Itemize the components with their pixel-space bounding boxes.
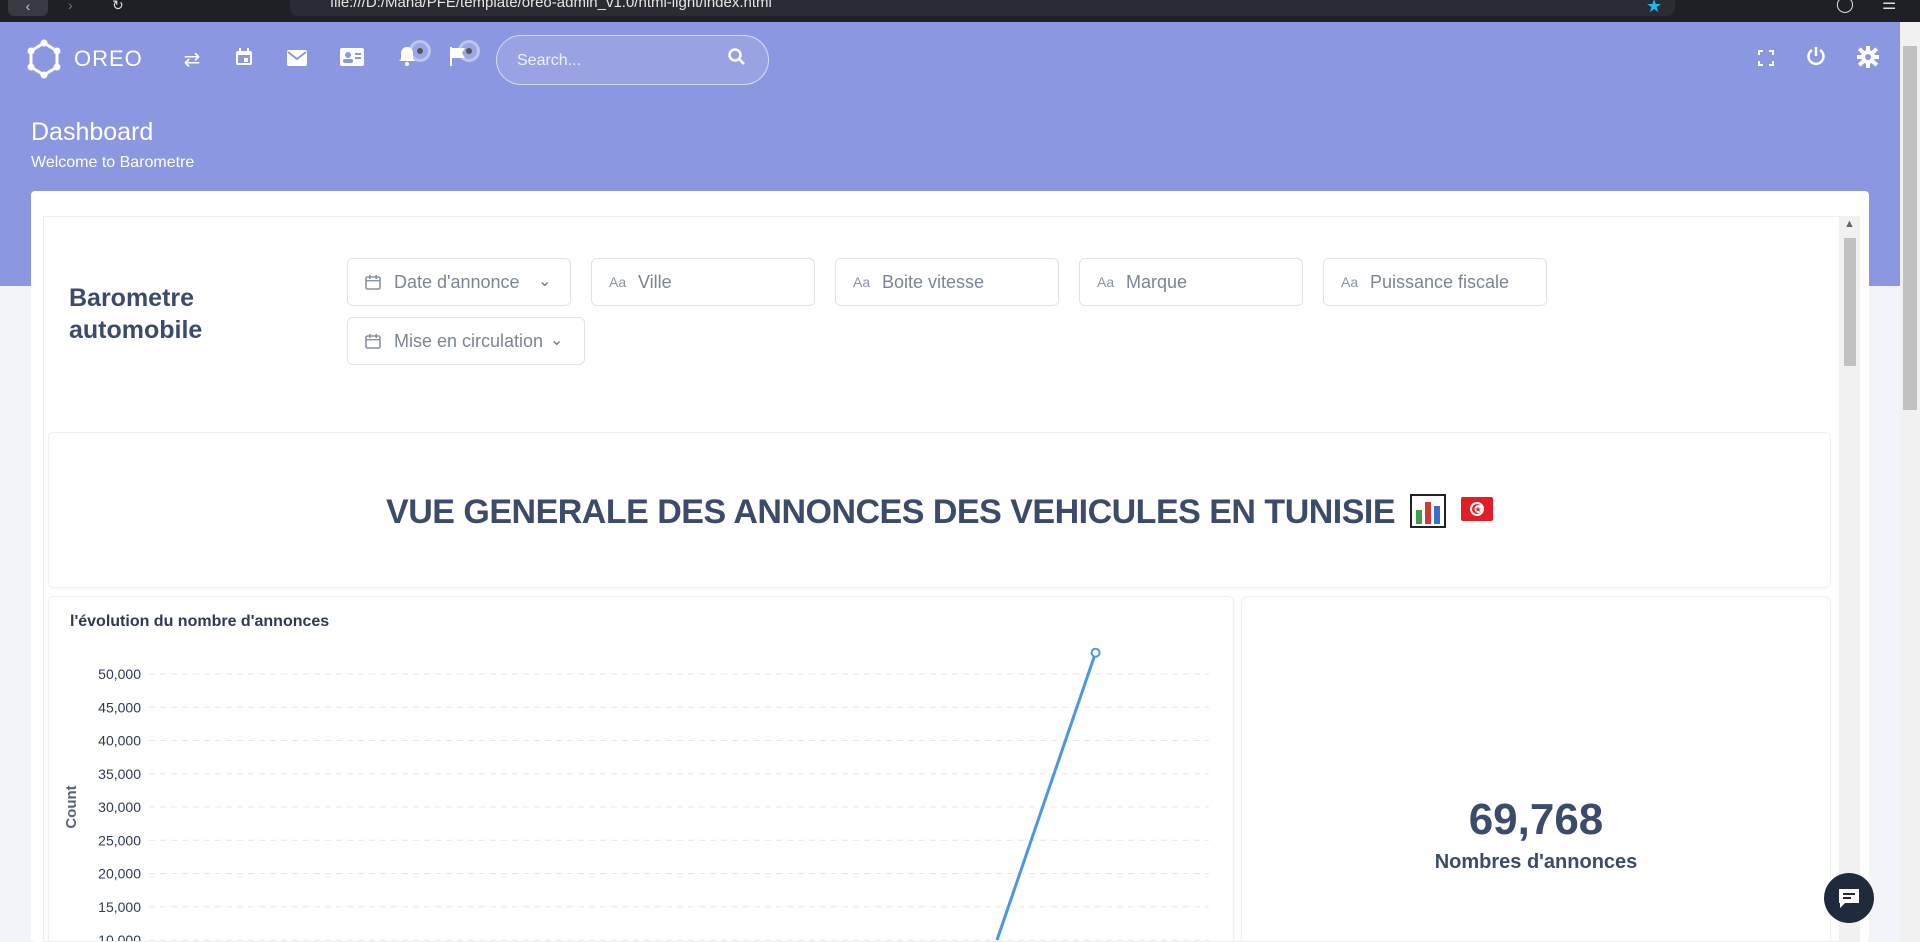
line-chart: 50,000 45,000 40,000 35,000 30,000 25,000 20,0… bbox=[63, 647, 1209, 942]
filter-label: Date d'annonce bbox=[394, 272, 520, 292]
brand-name[interactable]: OREO bbox=[74, 46, 143, 72]
filter-puissance-fiscale[interactable]: Aa Puissance fiscale bbox=[1323, 258, 1547, 306]
page-title: Dashboard bbox=[31, 118, 154, 146]
page-scrollbar[interactable] bbox=[1900, 22, 1920, 942]
kpi-card: 69,768 Nombres d'annonces bbox=[1241, 596, 1831, 941]
line-chart-card: l'évolution du nombre d'annonces 50,000 4… bbox=[48, 596, 1234, 942]
filter-label: Mise en circulation bbox=[394, 331, 544, 351]
calendar-icon bbox=[365, 318, 381, 367]
y-tick-label: 35,000 bbox=[98, 766, 141, 782]
text-type-icon: Aa bbox=[853, 274, 871, 290]
page-subtitle: Welcome to Barometre bbox=[31, 154, 195, 171]
headline-card: VUE GENERALE DES ANNONCES DES VEHICULES … bbox=[48, 432, 1831, 588]
address-text: file:///D:/Mana/PFE/template/oreo-admin_… bbox=[330, 0, 772, 11]
y-tick-label: 40,000 bbox=[98, 733, 141, 749]
swap-icon[interactable]: ⇄ bbox=[178, 46, 206, 74]
text-type-icon: Aa bbox=[1341, 274, 1359, 290]
address-bar[interactable]: file:///D:/Mana/PFE/template/oreo-admin_… bbox=[290, 0, 1675, 16]
headline-text: VUE GENERALE DES ANNONCES DES VEHICULES … bbox=[386, 493, 1396, 531]
filter-date-annonce[interactable]: Date d'annonce ⌄ bbox=[347, 258, 571, 306]
kpi-value: 69,768 bbox=[1468, 795, 1604, 844]
account-icon[interactable]: ◯ bbox=[1836, 0, 1854, 14]
frame-scrollbar[interactable]: ▲ bbox=[1840, 216, 1860, 942]
contact-card-icon[interactable] bbox=[338, 46, 366, 74]
bar-chart-emoji-icon bbox=[1410, 494, 1446, 528]
y-tick-label: 10,000 bbox=[98, 932, 141, 942]
oreo-logo-icon[interactable] bbox=[24, 39, 64, 79]
frame-scrollbar-thumb[interactable] bbox=[1844, 238, 1856, 366]
y-tick-label: 30,000 bbox=[98, 799, 141, 815]
y-axis-label: Count bbox=[63, 785, 80, 828]
y-tick-label: 50,000 bbox=[98, 666, 141, 682]
calendar-icon bbox=[365, 259, 381, 308]
series-line bbox=[995, 652, 1097, 941]
filter-label: Boite vitesse bbox=[882, 272, 985, 292]
y-tick-label: 15,000 bbox=[98, 899, 141, 915]
top-navbar: OREO ⇄ bbox=[0, 22, 1900, 98]
search-input[interactable] bbox=[517, 48, 717, 74]
filter-label: Puissance fiscale bbox=[1370, 272, 1510, 292]
filter-label: Marque bbox=[1126, 272, 1188, 292]
search-icon[interactable] bbox=[728, 48, 746, 71]
page-scrollbar-thumb[interactable] bbox=[1903, 46, 1917, 410]
filter-boite-vitesse[interactable]: Aa Boite vitesse bbox=[835, 258, 1059, 306]
forward-icon[interactable]: › bbox=[68, 0, 73, 12]
filter-label: Ville bbox=[638, 272, 672, 292]
calendar-icon[interactable] bbox=[230, 46, 258, 74]
y-tick-label: 45,000 bbox=[98, 699, 141, 715]
filter-marque[interactable]: Aa Marque bbox=[1079, 258, 1303, 306]
chat-icon bbox=[1839, 889, 1859, 908]
dashboard-title: Barometre automobile bbox=[69, 284, 203, 344]
text-type-icon: Aa bbox=[1097, 274, 1115, 290]
fullscreen-icon[interactable] bbox=[1752, 46, 1780, 74]
chevron-down-icon: ⌄ bbox=[550, 332, 564, 349]
bookmark-star-icon[interactable]: ★ bbox=[1646, 0, 1662, 17]
mail-icon[interactable] bbox=[283, 46, 311, 74]
filter-mise-en-circulation[interactable]: Mise en circulation ⌄ bbox=[347, 317, 585, 365]
back-icon[interactable]: ‹ bbox=[8, 0, 48, 16]
reload-icon[interactable]: ↻ bbox=[112, 0, 124, 12]
y-tick-label: 25,000 bbox=[98, 832, 141, 848]
y-tick-label: 20,000 bbox=[98, 866, 141, 882]
scroll-up-arrow-icon[interactable]: ▲ bbox=[1844, 218, 1855, 230]
flag-pulse bbox=[458, 40, 480, 62]
power-icon[interactable] bbox=[1802, 46, 1830, 74]
text-type-icon: Aa bbox=[609, 274, 627, 290]
menu-icon[interactable]: ☰ bbox=[1882, 0, 1896, 14]
dashboard-frame: Barometre automobile Date d'annonce ⌄ Aa… bbox=[43, 216, 1840, 942]
filter-ville[interactable]: Aa Ville bbox=[591, 258, 815, 306]
headline-row: VUE GENERALE DES ANNONCES DES VEHICULES … bbox=[49, 493, 1830, 532]
notification-pulse bbox=[409, 40, 431, 62]
search-box[interactable] bbox=[496, 35, 769, 85]
browser-toolbar: ‹ › ↻ file:///D:/Mana/PFE/template/oreo-… bbox=[0, 0, 1920, 22]
tunisia-flag-icon bbox=[1460, 497, 1493, 521]
chat-button[interactable] bbox=[1824, 873, 1874, 923]
data-point[interactable] bbox=[1090, 647, 1101, 658]
kpi-label: Nombres d'annonces bbox=[1434, 851, 1638, 873]
settings-icon[interactable] bbox=[1854, 46, 1882, 74]
chevron-down-icon: ⌄ bbox=[538, 273, 552, 290]
